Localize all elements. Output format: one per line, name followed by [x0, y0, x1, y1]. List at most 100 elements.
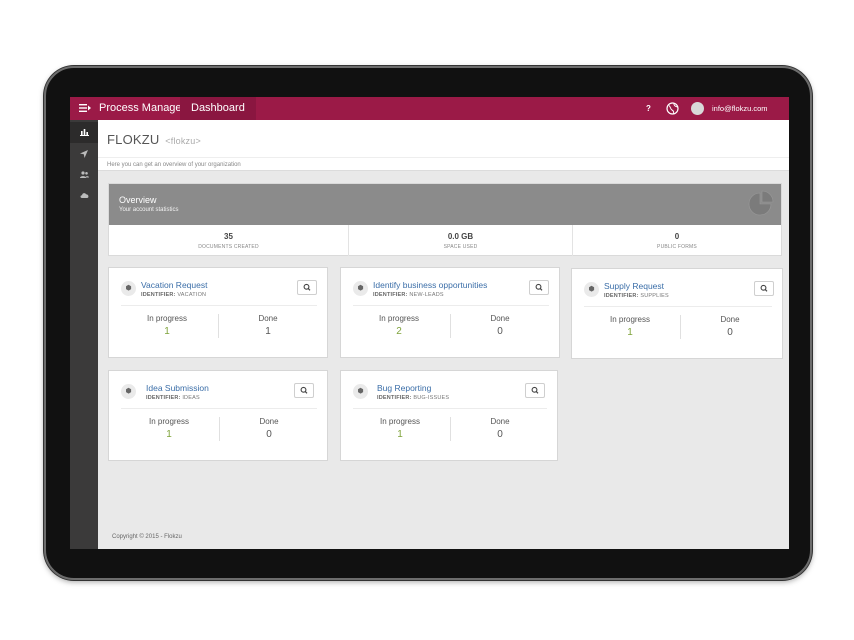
sidebar-item-processes[interactable] — [70, 143, 98, 164]
process-identifier: IDENTIFIER: BUG-ISSUES — [377, 395, 449, 401]
card-divider — [353, 408, 547, 409]
process-search-button[interactable] — [529, 280, 549, 295]
process-title-link[interactable]: Bug Reporting — [377, 383, 431, 393]
identifier-value: NEW-LEADS — [409, 292, 444, 298]
search-icon — [531, 386, 539, 394]
identifier-value: BUG-ISSUES — [413, 395, 450, 401]
done-count[interactable]: 0 — [450, 326, 550, 337]
user-avatar[interactable] — [691, 102, 704, 115]
in-progress-count[interactable]: 1 — [117, 326, 217, 337]
card-divider — [121, 305, 317, 306]
search-icon — [303, 283, 311, 291]
in-progress-label: In progress — [378, 314, 420, 323]
done-count[interactable]: 0 — [219, 429, 319, 440]
sidebar-item-dashboard[interactable] — [70, 122, 98, 143]
nav-dashboard-link[interactable]: Dashboard — [180, 97, 256, 120]
process-card-new-leads: ⬢ Identify business opportunities IDENTI… — [340, 267, 560, 358]
process-search-button[interactable] — [754, 281, 774, 296]
identifier-value: IDEAS — [182, 395, 200, 401]
identifier-label: IDENTIFIER: — [604, 293, 639, 299]
process-card-vacation: ⬢ Vacation Request IDENTIFIER: VACATION … — [108, 267, 328, 358]
header-divider — [98, 157, 789, 158]
process-title-link[interactable]: Vacation Request — [141, 280, 207, 290]
stat-label: DOCUMENTS CREATED — [198, 244, 259, 250]
stat-value: 0 — [674, 232, 680, 241]
card-divider — [121, 408, 317, 409]
in-progress-label: In progress — [146, 314, 188, 323]
process-search-button[interactable] — [294, 383, 314, 398]
bar-chart-icon — [79, 129, 89, 136]
in-progress-column: In progress 1 — [117, 314, 217, 337]
stat-label: PUBLIC FORMS — [657, 244, 697, 250]
card-divider — [584, 306, 772, 307]
search-icon — [535, 283, 543, 291]
help-icon[interactable]: ? — [644, 104, 653, 113]
stat-public-forms: 0 PUBLIC FORMS — [573, 225, 781, 256]
done-label: Done — [490, 314, 510, 323]
in-progress-column: In progress 1 — [350, 417, 450, 440]
menu-toggle-icon[interactable] — [78, 102, 92, 114]
overview-panel: Overview Your account statistics 35 DOCU… — [108, 183, 782, 256]
in-progress-count[interactable]: 1 — [350, 429, 450, 440]
org-handle: <flokzu> — [165, 136, 201, 146]
in-progress-count[interactable]: 1 — [580, 327, 680, 338]
in-progress-column: In progress 1 — [580, 315, 680, 338]
process-card-ideas: ⬢ Idea Submission IDENTIFIER: IDEAS In p… — [108, 370, 328, 461]
cube-icon: ⬢ — [121, 384, 136, 399]
in-progress-label: In progress — [148, 417, 190, 426]
page-header: FLOKZU <flokzu> Here you can get an over… — [98, 120, 789, 171]
process-card-supplies: ⬢ Supply Request IDENTIFIER: SUPPLIES In… — [571, 268, 783, 359]
overview-header: Overview Your account statistics — [109, 184, 781, 225]
done-column: Done 1 — [218, 314, 318, 337]
process-identifier: IDENTIFIER: IDEAS — [146, 395, 200, 401]
cube-icon: ⬢ — [121, 281, 136, 296]
process-identifier: IDENTIFIER: SUPPLIES — [604, 293, 669, 299]
process-title-link[interactable]: Idea Submission — [146, 383, 209, 393]
in-progress-column: In progress 2 — [349, 314, 449, 337]
send-icon — [80, 150, 88, 158]
search-icon — [300, 386, 308, 394]
globe-icon[interactable] — [666, 102, 679, 115]
identifier-value: VACATION — [177, 292, 207, 298]
pie-chart-icon — [748, 190, 774, 216]
process-card-bug-issues: ⬢ Bug Reporting IDENTIFIER: BUG-ISSUES I… — [340, 370, 558, 461]
process-search-button[interactable] — [525, 383, 545, 398]
cube-icon: ⬢ — [584, 282, 599, 297]
done-label: Done — [258, 314, 278, 323]
overview-subtitle: Your account statistics — [119, 207, 179, 213]
page-description: Here you can get an overview of your org… — [107, 162, 241, 168]
overview-title: Overview — [119, 195, 157, 205]
done-label: Done — [490, 417, 510, 426]
done-count[interactable]: 0 — [680, 327, 780, 338]
done-count[interactable]: 0 — [450, 429, 550, 440]
users-icon — [79, 171, 89, 178]
process-identifier: IDENTIFIER: VACATION — [141, 292, 206, 298]
cloud-icon — [80, 193, 88, 198]
in-progress-label: In progress — [379, 417, 421, 426]
identifier-label: IDENTIFIER: — [377, 395, 412, 401]
process-search-button[interactable] — [297, 280, 317, 295]
process-title-link[interactable]: Supply Request — [604, 281, 664, 291]
user-email-link[interactable]: info@flokzu.com — [712, 97, 768, 120]
done-column: Done 0 — [450, 314, 550, 337]
sidebar-item-cloud[interactable] — [70, 185, 98, 206]
app-brand[interactable]: Process Manager — [99, 97, 185, 120]
identifier-label: IDENTIFIER: — [141, 292, 176, 298]
in-progress-label: In progress — [609, 315, 651, 324]
process-identifier: IDENTIFIER: NEW-LEADS — [373, 292, 444, 298]
in-progress-column: In progress 1 — [119, 417, 219, 440]
top-bar: Process Manager Dashboard ? info@flokzu.… — [70, 97, 789, 120]
cube-icon: ⬢ — [353, 384, 368, 399]
stat-value: 35 — [224, 232, 233, 241]
process-title-link[interactable]: Identify business opportunities — [373, 280, 487, 290]
done-label: Done — [720, 315, 740, 324]
done-count[interactable]: 1 — [218, 326, 318, 337]
sidebar-item-users[interactable] — [70, 164, 98, 185]
in-progress-count[interactable]: 2 — [349, 326, 449, 337]
done-column: Done 0 — [450, 417, 550, 440]
done-column: Done 0 — [219, 417, 319, 440]
card-divider — [353, 305, 549, 306]
stat-space: 0.0 GB SPACE USED — [349, 225, 573, 256]
org-name: FLOKZU — [107, 132, 160, 147]
in-progress-count[interactable]: 1 — [119, 429, 219, 440]
